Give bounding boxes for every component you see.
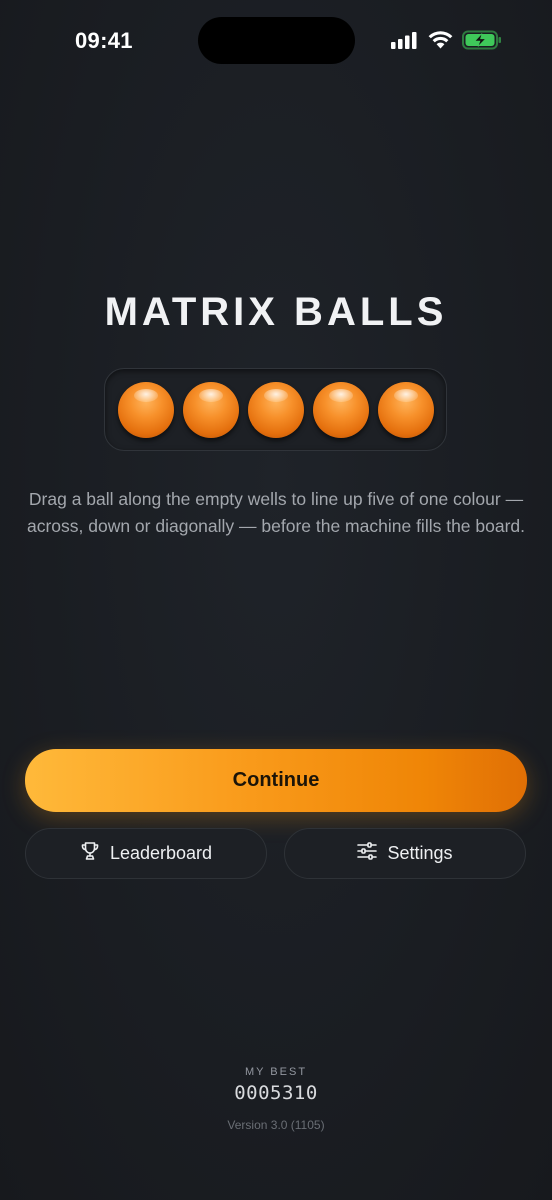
status-icons: [391, 30, 502, 55]
ball-2: [182, 381, 239, 438]
trophy-icon: [80, 841, 100, 866]
ball-4: [312, 381, 369, 438]
best-score-value: 0005310: [234, 1082, 318, 1104]
home-screen: 09:41 MATRIX BALLS Drag a ball along the…: [0, 0, 552, 1200]
ball-tray: [104, 368, 447, 451]
settings-label: Settings: [387, 843, 453, 863]
ball-1: [117, 381, 174, 438]
game-description: Drag a ball along the empty wells to lin…: [26, 489, 526, 536]
continue-label: Continue: [232, 769, 320, 791]
leaderboard-button[interactable]: Leaderboard: [25, 828, 267, 879]
wifi-icon: [428, 31, 453, 54]
status-time: 09:41: [75, 28, 133, 53]
game-title: MATRIX BALLS: [104, 290, 448, 334]
continue-button[interactable]: Continue: [25, 749, 527, 812]
dynamic-island: [198, 17, 355, 64]
leaderboard-label: Leaderboard: [109, 843, 213, 863]
ball-5: [377, 381, 434, 438]
signal-icon: [391, 31, 419, 54]
best-score-label: MY BEST: [244, 1066, 308, 1078]
sliders-icon: [357, 842, 378, 865]
version-label: Version 3.0 (1105): [227, 1118, 325, 1132]
settings-button[interactable]: Settings: [284, 828, 526, 879]
ball-3: [247, 381, 304, 438]
battery-charging-icon: [462, 30, 502, 55]
